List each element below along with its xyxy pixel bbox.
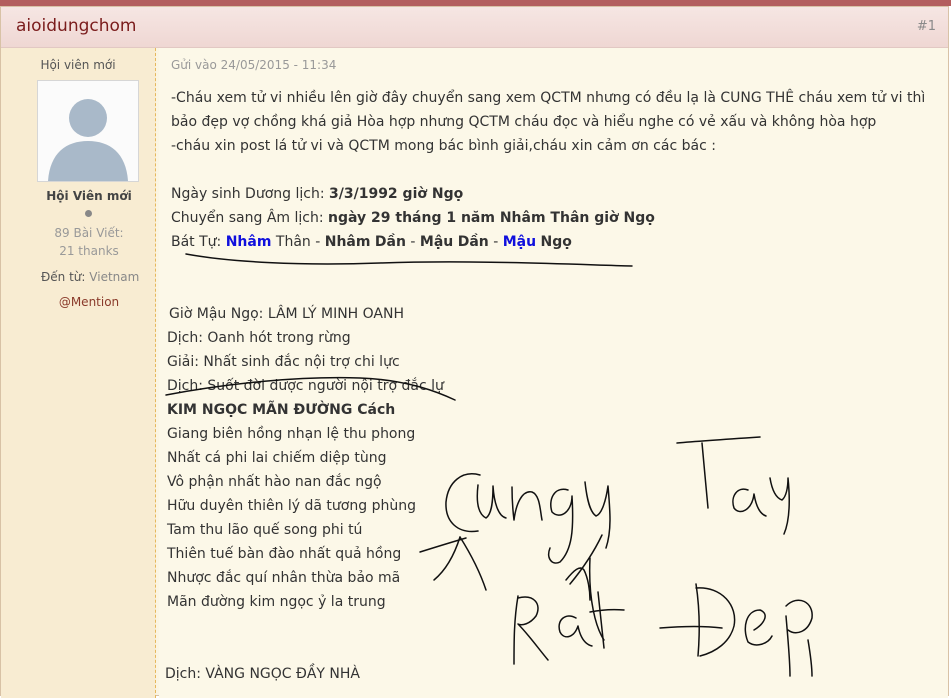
verse-line: Dịch: Oanh hót trong rừng bbox=[167, 330, 351, 346]
bat-tu-sep: - bbox=[488, 234, 503, 250]
offline-status-icon bbox=[85, 210, 92, 217]
body-paragraph-2: bảo đẹp vợ chồng khá giả Hòa hợp nhưng Q… bbox=[171, 114, 877, 130]
verse-line: Vô phận nhất hào nan đắc ngộ bbox=[167, 474, 382, 490]
bat-tu-branch: Ngọ bbox=[540, 234, 572, 250]
post-count: 89 Bài Viết: bbox=[54, 226, 124, 240]
verse-line: Giang biên hồng nhạn lệ thu phong bbox=[167, 426, 416, 442]
bat-tu-sep: - bbox=[310, 234, 325, 250]
post-number-link[interactable]: #1 bbox=[917, 19, 936, 34]
bat-tu-stem: Nhâm bbox=[225, 234, 272, 250]
bat-tu-branch: Dần bbox=[457, 234, 489, 250]
verse-line: Tam thu lão quế song phi tú bbox=[167, 522, 363, 538]
solar-value: 3/3/1992 giờ Ngọ bbox=[329, 186, 464, 202]
verse-line: Giờ Mậu Ngọ: LÂM LÝ MINH OANH bbox=[169, 306, 405, 322]
author-rank-title: Hội viên mới bbox=[40, 58, 116, 72]
from-value: Vietnam bbox=[89, 270, 140, 284]
bat-tu-stem: Mậu bbox=[502, 234, 537, 250]
post-body: Gửi vào 24/05/2015 - 11:34 -Cháu xem tử … bbox=[159, 48, 948, 698]
bat-tu-stem: Mậu bbox=[419, 234, 454, 250]
verse-line: Hữu duyên thiên lý dã tương phùng bbox=[167, 498, 416, 514]
solar-birth-date: Ngày sinh Dương lịch: 3/3/1992 giờ Ngọ bbox=[171, 185, 463, 203]
verse-line: Mãn đường kim ngọc ỷ la trung bbox=[167, 594, 386, 610]
bat-tu-line: Bát Tự: Nhâm Thân - Nhâm Dần - Mậu Dần -… bbox=[171, 233, 572, 251]
verse-line: Dịch: Suốt đời được người nội trợ đắc lự bbox=[167, 378, 444, 394]
bat-tu-stem: Nhâm bbox=[324, 234, 371, 250]
avatar[interactable] bbox=[37, 80, 139, 182]
bat-tu-branch: Thân bbox=[275, 234, 311, 250]
verse-line: Nhất cá phi lai chiếm diệp tùng bbox=[167, 450, 387, 466]
bat-tu-sep: - bbox=[405, 234, 420, 250]
verse-heading: KIM NGỌC MÃN ĐƯỜNG Cách bbox=[167, 402, 396, 418]
from-label: Đến từ: bbox=[41, 270, 86, 284]
verse-line: Nhược đắc quí nhân thừa bảo mã bbox=[167, 570, 401, 586]
lunar-label: Chuyển sang Âm lịch: bbox=[171, 210, 329, 226]
verse-line: Giải: Nhất sinh đắc nội trợ chi lực bbox=[167, 354, 400, 370]
verse-line: Thiên tuế bàn đào nhất quả hồng bbox=[167, 546, 402, 562]
author-sidebar: Hội viên mới Hội Viên mới 89 Bài Viết: 2… bbox=[1, 48, 156, 698]
solar-label: Ngày sinh Dương lịch: bbox=[171, 186, 329, 202]
body-paragraph-1: -Cháu xem tử vi nhiều lên giờ đây chuyển… bbox=[171, 90, 926, 106]
bat-tu-label: Bát Tự: bbox=[171, 234, 226, 250]
author-username[interactable]: aioidungchom bbox=[16, 16, 136, 36]
verse-translation: Dịch: VÀNG NGỌC ĐẦY NHÀ bbox=[165, 666, 361, 682]
forum-post: aioidungchom #1 Hội viên mới Hội Viên mớ… bbox=[0, 6, 949, 698]
post-header: aioidungchom #1 bbox=[1, 7, 948, 48]
body-paragraph-3: -cháu xin post lá tử vi và QCTM mong bác… bbox=[171, 138, 716, 154]
author-rank: Hội Viên mới bbox=[46, 189, 132, 203]
lunar-birth-date: Chuyển sang Âm lịch: ngày 29 tháng 1 năm… bbox=[171, 209, 655, 227]
author-location: Đến từ: Vietnam bbox=[41, 270, 139, 284]
thanks-count: 21 thanks bbox=[59, 244, 119, 258]
post-date: Gửi vào 24/05/2015 - 11:34 bbox=[171, 58, 337, 72]
mention-link[interactable]: @Mention bbox=[1, 295, 177, 309]
default-avatar-icon bbox=[38, 81, 138, 181]
bat-tu-branch: Dần bbox=[374, 234, 406, 250]
lunar-value: ngày 29 tháng 1 năm Nhâm Thân giờ Ngọ bbox=[328, 210, 655, 226]
